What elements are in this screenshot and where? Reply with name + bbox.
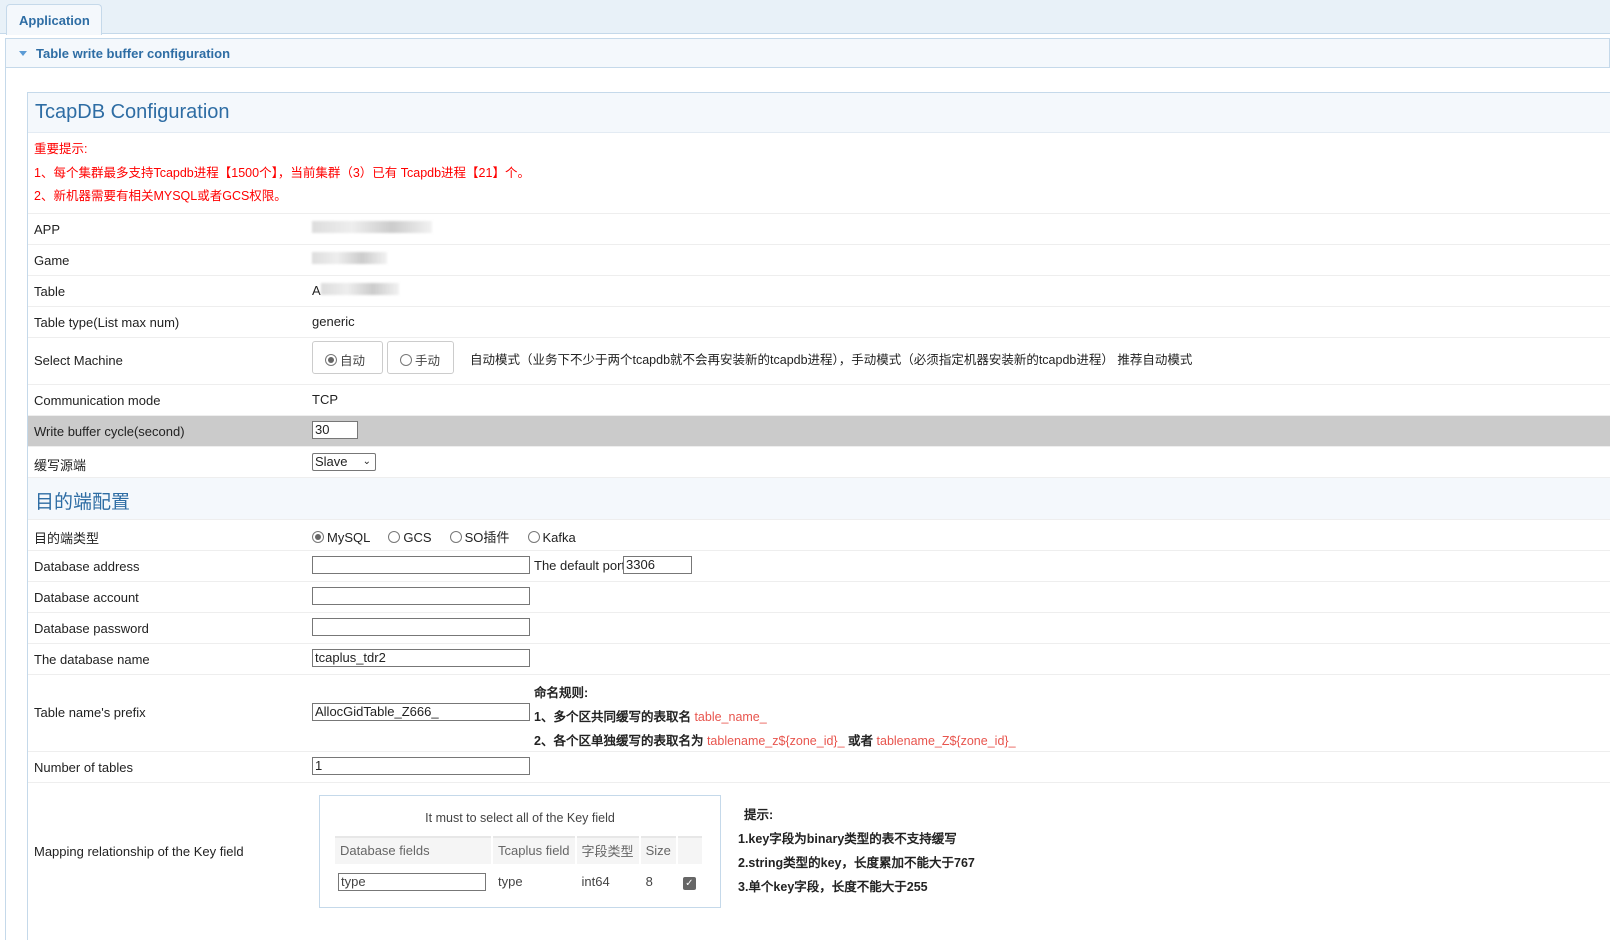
chevron-down-icon: ⌄ — [362, 455, 371, 467]
mapping-table: Database fields Tcaplus field 字段类型 Size typ… — [333, 834, 704, 900]
row-source: 缓写源端 Slave ⌄ — [28, 445, 1610, 477]
row-dest-type: 目的端类型 MySQL GCS SO插件 Kafka — [28, 518, 1610, 550]
row-db-address: Database address The default port 3306 — [28, 549, 1610, 581]
db-address-label: Database address — [34, 558, 140, 574]
warning-1: 1、每个集群最多支持Tcapdb进程【1500个】，当前集群（3）已有 Tcap… — [34, 165, 530, 180]
db-password-input[interactable] — [312, 617, 530, 636]
row-comm-mode: Communication mode TCP — [28, 383, 1610, 415]
radio-auto[interactable]: 自动 — [312, 340, 383, 374]
prefix-input[interactable]: AllocGidTable_Z666_ — [312, 702, 530, 721]
port-label: The default port — [534, 557, 626, 573]
header-db-fields: Database fields — [335, 835, 491, 864]
field-size: 8 — [645, 874, 653, 889]
table-label: Table — [34, 283, 66, 299]
select-machine-label: Select Machine — [34, 352, 123, 368]
prefix-label: Table name's prefix — [34, 704, 146, 720]
write-cycle-input[interactable]: 30 — [312, 420, 358, 439]
mapping-box: It must to select all of the Key field D… — [319, 794, 721, 908]
comm-mode-value: TCP — [312, 391, 338, 407]
row-db-password: Database password — [28, 611, 1610, 643]
db-account-label: Database account — [34, 589, 139, 605]
field-type: int64 — [581, 874, 610, 889]
warning-title: 重要提示: — [34, 142, 88, 156]
header-tcaplus-field: Tcaplus field — [493, 835, 575, 864]
radio-manual[interactable]: 手动 — [387, 340, 454, 374]
app-label: APP — [34, 221, 61, 237]
radio-mysql[interactable]: MySQL — [312, 530, 370, 545]
header-select — [677, 835, 702, 864]
row-table-type: Table type(List max num) generic — [28, 305, 1610, 337]
db-address-input[interactable] — [312, 555, 530, 574]
naming-rules: 命名规则: 1、多个区共同缓写的表取名 table_name_ 2、各个区单独缓… — [534, 685, 1016, 748]
row-app: APP — [28, 212, 1610, 244]
db-name-label: The database name — [34, 651, 150, 667]
row-prefix: Table name's prefix AllocGidTable_Z666_ 命… — [28, 673, 1610, 751]
num-tables-label: Number of tables — [34, 759, 133, 775]
db-account-input[interactable] — [312, 586, 530, 605]
row-game: Game — [28, 243, 1610, 275]
table-type-value: generic — [312, 313, 355, 329]
config-box: TcapDB Configuration 重要提示: 1、每个集群最多支持Tca… — [27, 92, 1610, 940]
game-value-blurred — [312, 251, 387, 267]
row-table: Table A — [28, 274, 1610, 306]
mapping-label: Mapping relationship of the Key field — [34, 843, 244, 859]
panel-header[interactable]: Table write buffer configuration — [5, 38, 1610, 68]
warning-2: 2、新机器需要有相关MYSQL或者GCS权限。 — [34, 189, 287, 203]
tcaplus-field: type — [498, 874, 523, 889]
collapse-triangle-icon[interactable] — [19, 51, 27, 56]
radio-gcs[interactable]: GCS — [388, 530, 432, 545]
row-write-cycle: Write buffer cycle(second) 30 — [28, 414, 1610, 446]
db-password-label: Database password — [34, 620, 149, 636]
mapping-caption: It must to select all of the Key field — [425, 810, 615, 825]
key-checkbox[interactable]: ✓ — [682, 876, 696, 890]
comm-mode-label: Communication mode — [34, 392, 161, 408]
source-label: 缓写源端 — [34, 457, 87, 473]
write-cycle-label: Write buffer cycle(second) — [34, 423, 185, 439]
radio-so[interactable]: SO插件 — [449, 530, 509, 545]
dest-section-title: 目的端配置 — [28, 476, 1610, 519]
row-mapping: Mapping relationship of the Key field It… — [28, 781, 1610, 922]
db-name-input[interactable]: tcaplus_tdr2 — [312, 648, 530, 667]
port-input[interactable]: 3306 — [623, 555, 692, 574]
radio-kafka[interactable]: Kafka — [527, 530, 576, 545]
select-machine-hint: 自动模式（业务下不少于两个tcapdb就不会再安装新的tcapdb进程），手动模… — [470, 352, 1193, 367]
dest-type-radios: MySQL GCS SO插件 Kafka — [312, 527, 576, 546]
section-title: TcapDB Configuration — [28, 93, 1610, 133]
row-db-account: Database account — [28, 580, 1610, 612]
tab-bar: Application — [0, 0, 1610, 35]
mapping-tips: 提示: 1.key字段为binary类型的表不支持缓写 2.string类型的k… — [738, 807, 975, 894]
dest-type-label: 目的端类型 — [34, 530, 100, 546]
num-tables-input[interactable]: 1 — [312, 756, 530, 775]
game-label: Game — [34, 252, 70, 268]
app-value-blurred — [312, 220, 432, 236]
row-db-name: The database name tcaplus_tdr2 — [28, 642, 1610, 674]
row-select-machine: Select Machine 自动 手动 自动模式（业务下不少于两个tcapdb… — [28, 336, 1610, 384]
table-row: type type int64 8 ✓ — [335, 866, 702, 898]
table-value: A — [312, 282, 399, 298]
source-select[interactable]: Slave ⌄ — [312, 452, 376, 471]
tab-application[interactable]: Application — [6, 4, 102, 35]
header-field-type: 字段类型 — [576, 835, 639, 864]
header-size: Size — [640, 835, 676, 864]
panel-title: Table write buffer configuration — [36, 46, 231, 61]
table-type-label: Table type(List max num) — [34, 314, 180, 330]
db-field-input[interactable]: type — [338, 872, 486, 891]
row-num-tables: Number of tables 1 — [28, 750, 1610, 782]
